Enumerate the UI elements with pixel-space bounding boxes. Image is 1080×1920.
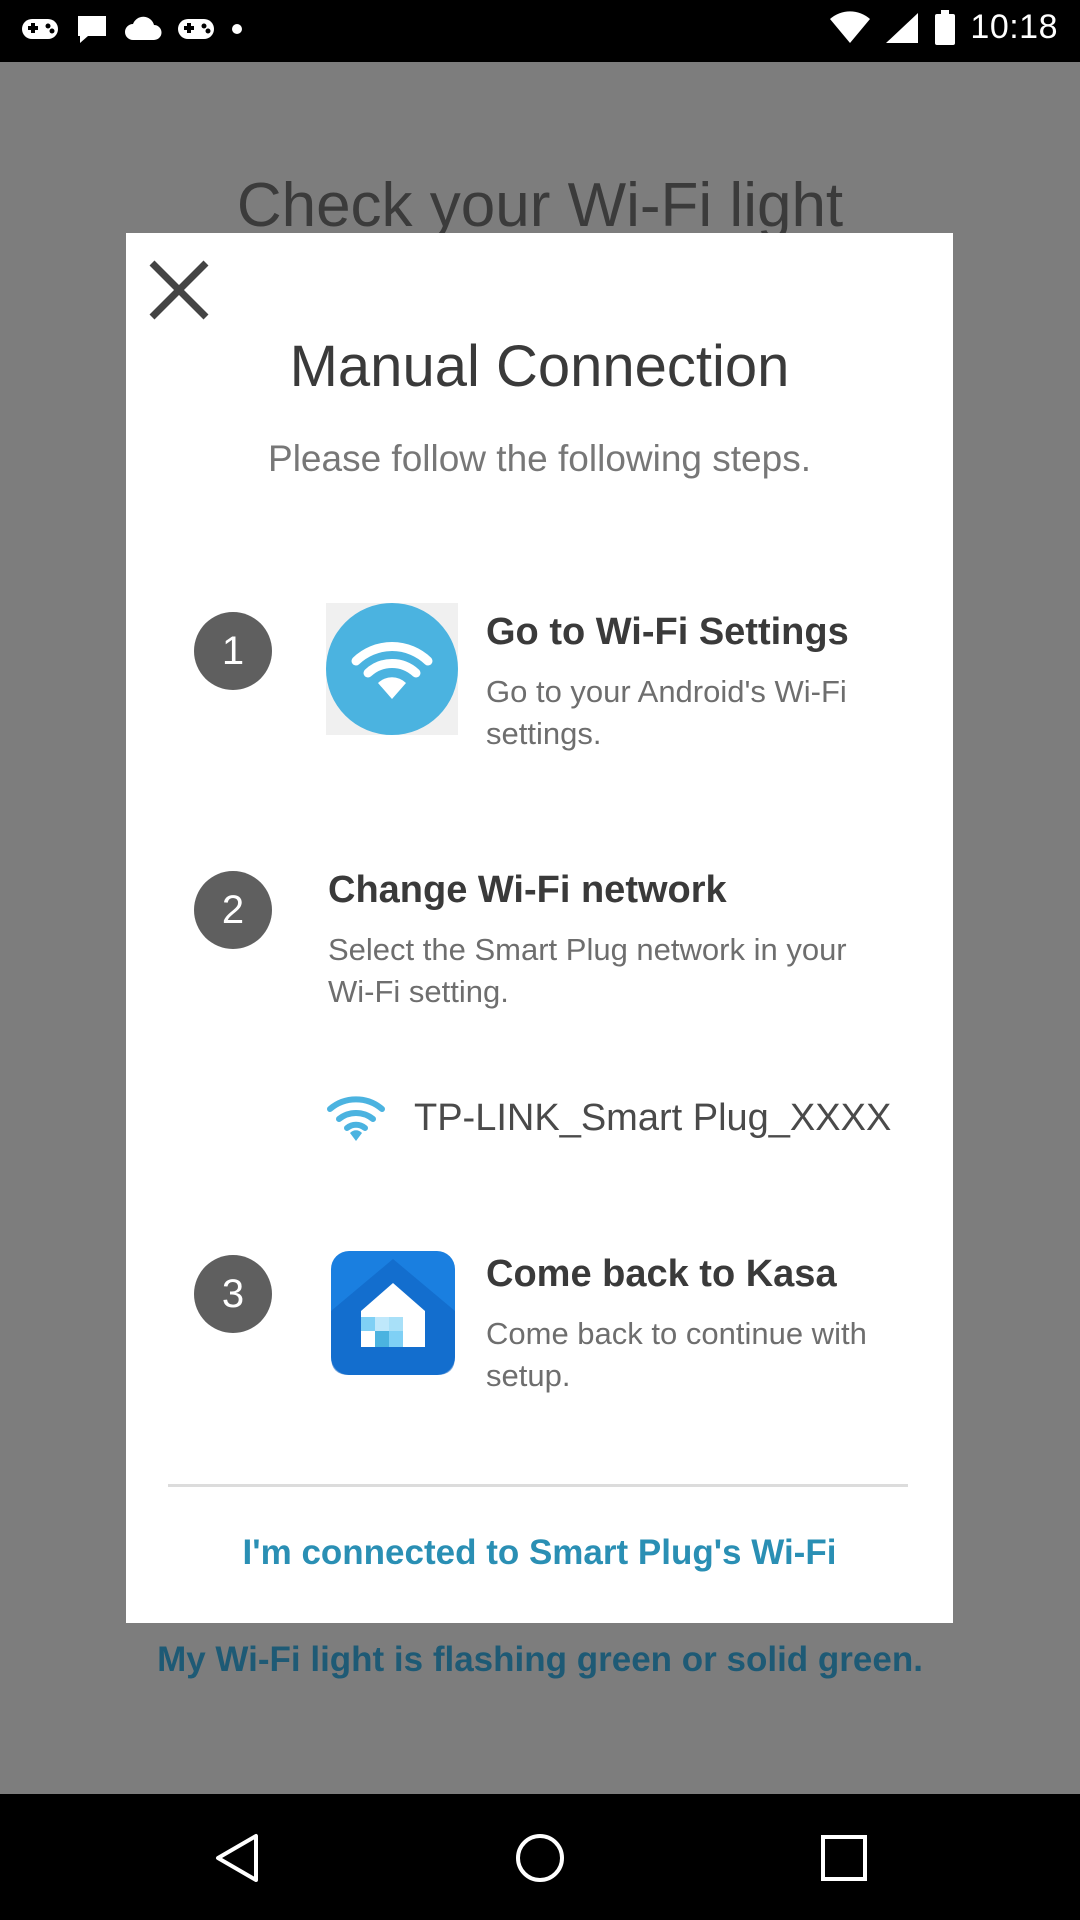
- recents-button[interactable]: [818, 1832, 870, 1884]
- dot-icon: [232, 24, 242, 34]
- manual-connection-dialog: Manual Connection Please follow the foll…: [126, 233, 953, 1623]
- close-button[interactable]: [144, 255, 214, 325]
- system-icons: 10:18: [830, 8, 1058, 47]
- dialog-title: Manual Connection: [289, 334, 790, 399]
- recents-icon: [821, 1835, 867, 1881]
- home-button[interactable]: [514, 1832, 566, 1884]
- step-1-description: Go to your Android's Wi-Fi settings.: [486, 674, 847, 751]
- im-connected-button[interactable]: I'm connected to Smart Plug's Wi-Fi: [126, 1533, 953, 1573]
- cloud-icon: [125, 16, 162, 40]
- wifi-icon: [326, 603, 458, 740]
- notification-icons: [20, 12, 244, 46]
- step-3-description: Come back to continue with setup.: [486, 1316, 867, 1393]
- step-1-title: Go to Wi-Fi Settings: [486, 611, 849, 653]
- back-button[interactable]: [212, 1832, 264, 1884]
- status-bar: 10:18: [0, 0, 1080, 62]
- network-name: TP-LINK_Smart Plug_XXXX: [414, 1096, 892, 1139]
- step-1-badge: 1: [194, 612, 272, 690]
- step-2-description: Select the Smart Plug network in your Wi…: [328, 932, 847, 1009]
- dialog-subtitle: Please follow the following steps.: [268, 438, 811, 479]
- step-2-title: Change Wi-Fi network: [328, 869, 727, 911]
- background-flashing-link[interactable]: My Wi-Fi light is flashing green or soli…: [0, 1640, 1080, 1680]
- step-3-badge: 3: [194, 1255, 272, 1333]
- network-example-row: TP-LINK_Smart Plug_XXXX: [326, 1093, 891, 1143]
- background-title: Check your Wi-Fi light: [236, 171, 844, 240]
- status-time: 10:18: [970, 8, 1058, 46]
- wifi-signal-icon: [830, 10, 871, 43]
- divider: [168, 1484, 908, 1487]
- step-2-badge: 2: [194, 871, 272, 949]
- gamepad-icon: [22, 19, 58, 39]
- back-icon: [216, 1834, 258, 1882]
- chat-icon: [78, 16, 106, 43]
- close-icon: [149, 260, 209, 320]
- navigation-bar: [0, 1794, 1080, 1920]
- home-icon: [516, 1834, 564, 1882]
- wifi-small-icon: [327, 1096, 385, 1141]
- gamepad-icon: [178, 19, 214, 39]
- step-3-title: Come back to Kasa: [486, 1253, 837, 1295]
- battery-icon: [935, 9, 956, 45]
- kasa-app-icon: [331, 1251, 455, 1380]
- cellular-signal-icon: [886, 12, 919, 43]
